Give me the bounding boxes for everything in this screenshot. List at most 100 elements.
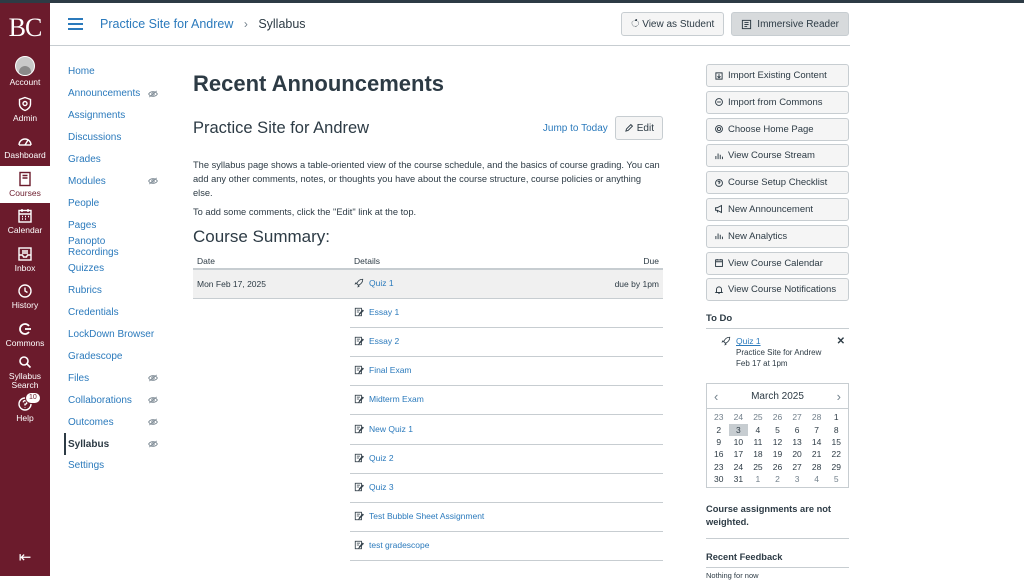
course-nav-item-assignments[interactable]: Assignments [64, 105, 164, 127]
calendar-day[interactable]: 16 [709, 448, 729, 460]
calendar-day[interactable]: 9 [709, 436, 729, 448]
course-nav-item-discussions[interactable]: Discussions [64, 127, 164, 149]
calendar-day[interactable]: 5 [826, 473, 846, 485]
calendar-day[interactable]: 31 [729, 473, 749, 485]
calendar-next-month-icon[interactable]: › [837, 389, 841, 404]
global-nav-commons[interactable]: Commons [0, 316, 50, 354]
calendar-day[interactable]: 4 [748, 424, 768, 436]
calendar-day[interactable]: 7 [807, 424, 827, 436]
calendar-day[interactable]: 22 [826, 448, 846, 460]
global-nav-calendar[interactable]: Calendar [0, 203, 50, 241]
assignment-link[interactable]: Final Exam [354, 365, 412, 375]
calendar-day[interactable]: 25 [748, 411, 768, 423]
global-nav-help[interactable]: 10 Help [0, 391, 50, 429]
import-from-commons-button[interactable]: Import from Commons [706, 90, 849, 114]
course-nav-item-grades[interactable]: Grades [64, 149, 164, 171]
global-nav-dashboard[interactable]: Dashboard [0, 128, 50, 166]
assignment-link[interactable]: Quiz 3 [354, 482, 394, 492]
calendar-day[interactable]: 20 [787, 448, 807, 460]
immersive-reader-button[interactable]: Immersive Reader [731, 12, 849, 36]
calendar-day[interactable]: 24 [729, 461, 749, 473]
calendar-day[interactable]: 23 [709, 461, 729, 473]
global-nav-syllabus-search[interactable]: Syllabus Search [0, 353, 50, 391]
assignment-link[interactable]: Quiz 1 [354, 278, 394, 288]
calendar-day[interactable]: 19 [768, 448, 788, 460]
course-setup-checklist-button[interactable]: Course Setup Checklist [706, 171, 849, 195]
global-nav-courses[interactable]: Courses [0, 165, 50, 203]
calendar-day[interactable]: 4 [807, 473, 827, 485]
calendar-day[interactable]: 26 [768, 461, 788, 473]
calendar-day[interactable]: 27 [787, 461, 807, 473]
course-nav-item-rubrics[interactable]: Rubrics [64, 280, 164, 302]
calendar-day[interactable]: 2 [768, 473, 788, 485]
new-analytics-button[interactable]: New Analytics [706, 224, 849, 248]
calendar-day[interactable]: 5 [768, 424, 788, 436]
course-nav-item-home[interactable]: Home [64, 61, 164, 83]
todo-item-link[interactable]: Quiz 1 [736, 336, 761, 346]
calendar-day[interactable]: 30 [709, 473, 729, 485]
import-existing-content-button[interactable]: Import Existing Content [706, 64, 849, 87]
calendar-day[interactable]: 8 [826, 424, 846, 436]
new-announcement-button[interactable]: New Announcement [706, 197, 849, 221]
assignment-link[interactable]: Midterm Exam [354, 394, 424, 404]
view-course-calendar-button[interactable]: View Course Calendar [706, 251, 849, 275]
calendar-day[interactable]: 15 [826, 436, 846, 448]
calendar-day[interactable]: 14 [807, 436, 827, 448]
calendar-day[interactable]: 25 [748, 461, 768, 473]
assignment-link[interactable]: Quiz 2 [354, 453, 394, 463]
global-nav-inbox[interactable]: Inbox [0, 241, 50, 279]
calendar-day[interactable]: 18 [748, 448, 768, 460]
assignment-link[interactable]: Essay 1 [354, 307, 399, 317]
calendar-day[interactable]: 2 [709, 424, 729, 436]
calendar-day[interactable]: 29 [826, 461, 846, 473]
dismiss-todo-close-icon[interactable]: ✕ [837, 336, 845, 347]
breadcrumb-course-link[interactable]: Practice Site for Andrew [100, 17, 233, 31]
calendar-day[interactable]: 21 [807, 448, 827, 460]
global-nav-admin[interactable]: Admin [0, 91, 50, 129]
calendar-day[interactable]: 6 [787, 424, 807, 436]
calendar-day[interactable]: 17 [729, 448, 749, 460]
assignment-link[interactable]: test gradescope [354, 540, 429, 550]
course-nav-item-pages[interactable]: Pages [64, 214, 164, 236]
calendar-day[interactable]: 11 [748, 436, 768, 448]
edit-button[interactable]: Edit [614, 116, 663, 140]
assignment-link[interactable]: New Quiz 1 [354, 424, 413, 434]
institution-logo[interactable]: BC [0, 3, 50, 53]
course-nav-item-outcomes[interactable]: Outcomes [64, 411, 164, 433]
course-nav-item-gradescope[interactable]: Gradescope [64, 346, 164, 368]
course-nav-item-quizzes[interactable]: Quizzes [64, 258, 164, 280]
course-nav-item-announcements[interactable]: Announcements [64, 83, 164, 105]
calendar-day[interactable]: 27 [787, 411, 807, 423]
calendar-day[interactable]: 28 [807, 411, 827, 423]
view-course-stream-button[interactable]: View Course Stream [706, 144, 849, 168]
course-nav-item-settings[interactable]: Settings [64, 455, 164, 477]
calendar-day[interactable]: 10 [729, 436, 749, 448]
calendar-day[interactable]: 12 [768, 436, 788, 448]
course-nav-item-panopto-recordings[interactable]: Panopto Recordings [64, 236, 164, 258]
course-nav-item-modules[interactable]: Modules [64, 170, 164, 192]
global-nav-account[interactable]: Account [0, 53, 50, 91]
calendar-day[interactable]: 23 [709, 411, 729, 423]
calendar-day[interactable]: 1 [748, 473, 768, 485]
calendar-day[interactable]: 1 [826, 411, 846, 423]
course-nav-item-credentials[interactable]: Credentials [64, 302, 164, 324]
collapse-left-icon[interactable]: ⇤ [0, 548, 50, 566]
calendar-day[interactable]: 13 [787, 436, 807, 448]
assignment-link[interactable]: Test Bubble Sheet Assignment [354, 511, 484, 521]
global-nav-history[interactable]: History [0, 278, 50, 316]
assignment-link[interactable]: Essay 2 [354, 336, 399, 346]
view-course-notifications-button[interactable]: View Course Notifications [706, 278, 849, 302]
calendar-day[interactable]: 26 [768, 411, 788, 423]
calendar-day[interactable]: 28 [807, 461, 827, 473]
calendar-day-today[interactable]: 3 [728, 423, 749, 436]
view-as-student-button[interactable]: ഀ View as Student [621, 12, 725, 36]
choose-home-page-button[interactable]: Choose Home Page [706, 117, 849, 141]
calendar-prev-month-icon[interactable]: ‹ [714, 389, 718, 404]
course-nav-item-syllabus[interactable]: Syllabus [64, 433, 164, 456]
calendar-day[interactable]: 3 [787, 473, 807, 485]
jump-to-today-link[interactable]: Jump to Today [543, 123, 608, 134]
course-nav-item-collaborations[interactable]: Collaborations [64, 389, 164, 411]
course-nav-item-files[interactable]: Files [64, 367, 164, 389]
hamburger-menu-icon[interactable] [68, 15, 83, 33]
calendar-day[interactable]: 24 [729, 411, 749, 423]
